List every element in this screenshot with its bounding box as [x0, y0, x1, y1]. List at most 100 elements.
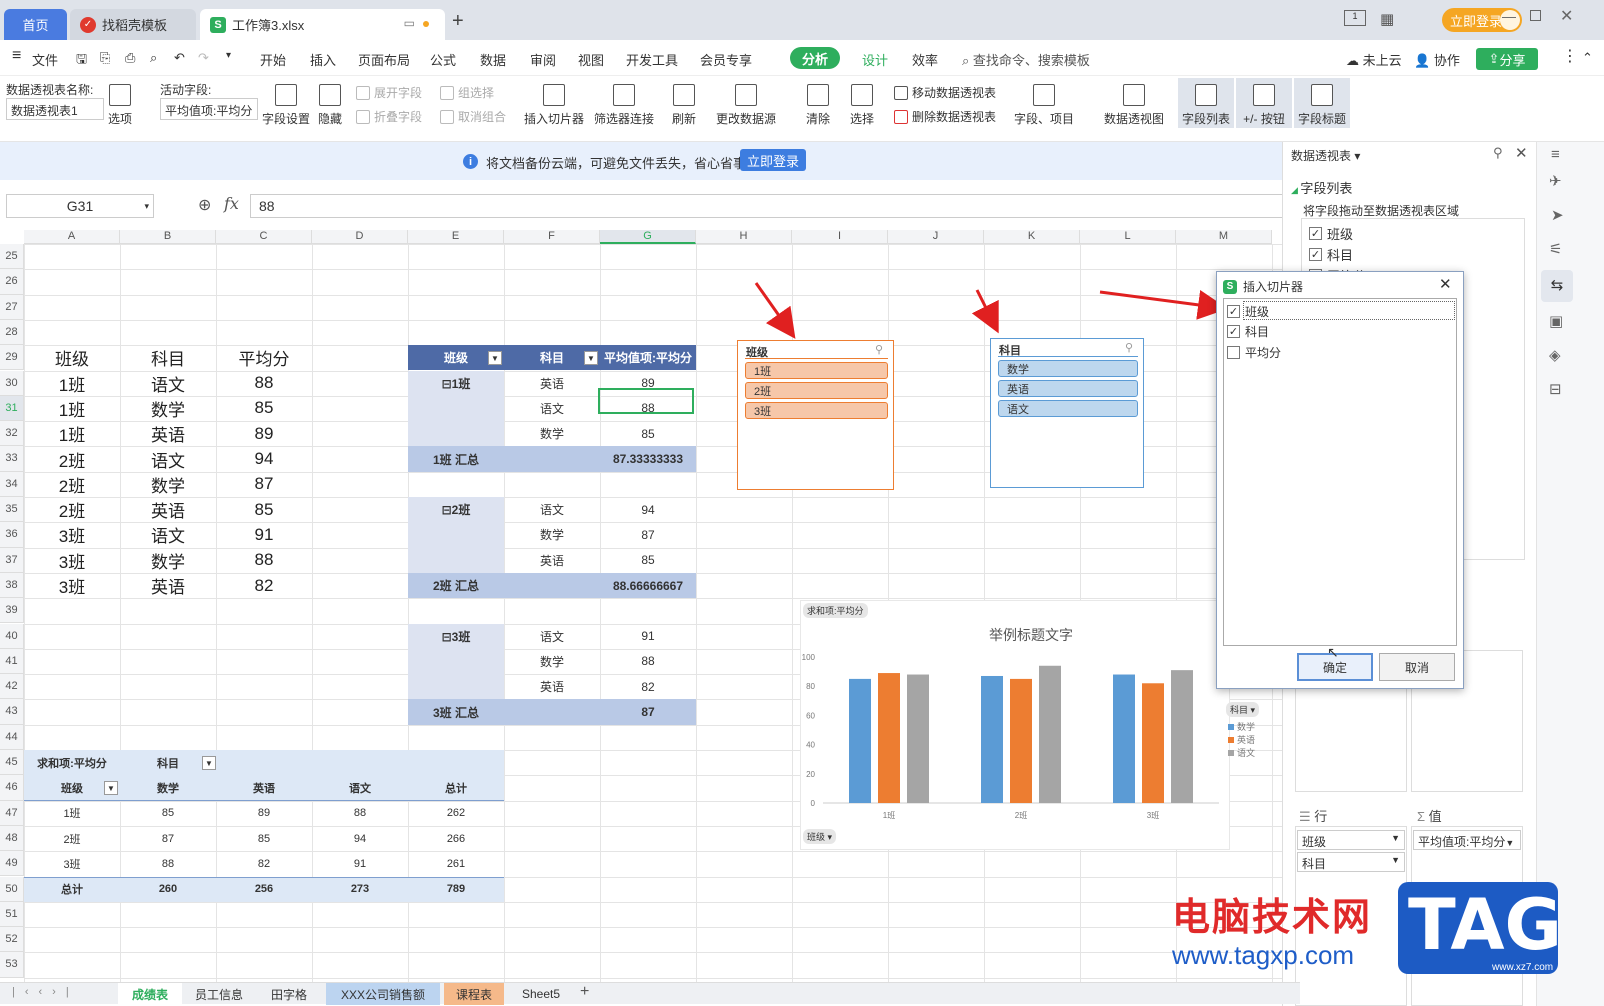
- pivot2-col-dropdown-icon[interactable]: ▼: [202, 756, 216, 770]
- quick-access-chevron-icon[interactable]: ▾: [226, 50, 231, 61]
- zoom-icon[interactable]: ⊕: [198, 195, 211, 215]
- row-header[interactable]: 43: [0, 699, 24, 725]
- source-cell[interactable]: 数学: [120, 396, 216, 421]
- panel-close-icon[interactable]: ✕: [1515, 144, 1528, 162]
- pivot1-subject-cell[interactable]: 英语: [504, 548, 600, 573]
- pivot2-title[interactable]: 求和项:平均分: [24, 750, 120, 775]
- pivot1-subject-cell[interactable]: 语文: [504, 396, 600, 421]
- source-cell[interactable]: 89: [216, 421, 312, 446]
- pivot2-cell[interactable]: 89: [216, 801, 312, 826]
- print-icon[interactable]: ⎙: [125, 50, 135, 66]
- row-header[interactable]: 46: [0, 775, 24, 801]
- minimize-icon[interactable]: —: [1502, 8, 1516, 24]
- row-header[interactable]: 32: [0, 421, 24, 447]
- field-settings-button[interactable]: 字段设置: [262, 84, 310, 127]
- slicer-class-clear-filter-icon[interactable]: ⚲: [875, 343, 883, 356]
- row-header[interactable]: 28: [0, 319, 24, 346]
- collapse-ribbon-icon[interactable]: ⌃: [1582, 50, 1593, 66]
- pivot1-subtotal-value[interactable]: 87: [600, 699, 696, 724]
- slicer-subject-item[interactable]: 数学: [998, 360, 1138, 377]
- pivot1-subject-cell[interactable]: 语文: [504, 624, 600, 649]
- sheet-tab[interactable]: 课程表: [444, 983, 504, 1005]
- source-cell[interactable]: 94: [216, 446, 312, 471]
- row-field-chevron-icon[interactable]: ▼: [1391, 855, 1400, 865]
- page-count-icon[interactable]: 1: [1344, 10, 1366, 26]
- source-cell[interactable]: 2班: [24, 472, 120, 497]
- source-cell[interactable]: 语文: [120, 446, 216, 471]
- source-cell[interactable]: 2班: [24, 446, 120, 471]
- source-cell[interactable]: 1班: [24, 371, 120, 396]
- field-list-button[interactable]: 字段列表: [1178, 78, 1234, 128]
- pivot1-subtotal-value[interactable]: 88.66666667: [600, 573, 696, 598]
- column-header[interactable]: J: [888, 230, 984, 244]
- pivot1-subtotal-label[interactable]: 3班 汇总: [408, 699, 504, 724]
- row-header[interactable]: 36: [0, 522, 24, 548]
- source-cell[interactable]: 3班: [24, 548, 120, 573]
- source-cell[interactable]: 英语: [120, 497, 216, 522]
- pivot2-total-cell[interactable]: 256: [216, 877, 312, 902]
- sidebar-menu-icon[interactable]: ≡: [1551, 146, 1560, 163]
- move-pt-button[interactable]: 移动数据透视表: [894, 84, 996, 101]
- column-header[interactable]: L: [1080, 230, 1176, 244]
- row-header[interactable]: 49: [0, 851, 24, 877]
- menu-member[interactable]: 会员专享: [700, 50, 752, 69]
- row-field-class[interactable]: 班级 ▼: [1297, 830, 1405, 850]
- preview-icon[interactable]: ⌕: [150, 50, 157, 66]
- menu-insert[interactable]: 插入: [310, 50, 336, 69]
- pivot2-total-cell[interactable]: 789: [408, 877, 504, 902]
- dialog-cancel-button[interactable]: 取消: [1379, 653, 1455, 681]
- pivot1-subtotal-value[interactable]: 87.33333333: [600, 446, 696, 471]
- pivot2-cell[interactable]: 262: [408, 801, 504, 826]
- row-header[interactable]: 40: [0, 623, 24, 649]
- select-button[interactable]: 选择: [850, 84, 874, 127]
- sheet-tab[interactable]: 田字格: [256, 983, 322, 1005]
- menu-file[interactable]: 文件: [32, 50, 58, 69]
- notice-login-button[interactable]: 立即登录: [740, 149, 806, 171]
- pivot2-total-cell[interactable]: 260: [120, 877, 216, 902]
- row-header[interactable]: 37: [0, 547, 24, 573]
- pivot2-cell[interactable]: 2班: [24, 826, 120, 851]
- source-cell[interactable]: 85: [216, 497, 312, 522]
- row-header[interactable]: 26: [0, 269, 24, 295]
- checkbox-checked-icon[interactable]: ✓: [1309, 248, 1322, 261]
- column-header[interactable]: D: [312, 230, 408, 244]
- pivot-chart[interactable]: 求和项:平均分 举例标题文字 0 20 40 60 80 100 1班 2班 3班 班级 ▾: [800, 600, 1230, 850]
- source-cell[interactable]: 88: [216, 371, 312, 396]
- row-header[interactable]: 33: [0, 446, 24, 472]
- filter-connection-button[interactable]: 筛选器连接: [594, 84, 654, 127]
- name-box-chevron-icon[interactable]: ▾: [144, 201, 149, 212]
- row-header[interactable]: 29: [0, 345, 24, 371]
- source-cell[interactable]: 英语: [120, 573, 216, 598]
- row-header[interactable]: 48: [0, 825, 24, 852]
- row-header[interactable]: 38: [0, 572, 24, 599]
- menu-analyze[interactable]: 分析: [790, 47, 840, 69]
- pivot1-subtotal-label[interactable]: 1班 汇总: [408, 446, 504, 471]
- pivot1-group-label[interactable]: ⊟1班: [408, 371, 504, 396]
- column-header[interactable]: B: [120, 230, 216, 244]
- expand-field-button[interactable]: 展开字段: [356, 84, 422, 101]
- pivot2-cell[interactable]: 1班: [24, 801, 120, 826]
- slicer-subject-item[interactable]: 英语: [998, 380, 1138, 397]
- menu-formulas[interactable]: 公式: [430, 50, 456, 69]
- pivot2-cell[interactable]: 266: [408, 826, 504, 851]
- source-cell[interactable]: 数学: [120, 472, 216, 497]
- checkbox-checked-icon[interactable]: ✓: [1309, 227, 1322, 240]
- change-source-button[interactable]: 更改数据源: [716, 84, 776, 127]
- dialog-field-score[interactable]: 平均分: [1227, 344, 1281, 361]
- sheet-nav-arrows-icon[interactable]: |‹‹›|: [12, 986, 79, 998]
- pivot1-group-label[interactable]: ⊟2班: [408, 497, 504, 522]
- slicer-class-item[interactable]: 2班: [745, 382, 888, 399]
- menu-developer[interactable]: 开发工具: [626, 50, 678, 69]
- hide-button[interactable]: 隐藏: [318, 84, 342, 127]
- pivot2-cell[interactable]: 94: [312, 826, 408, 851]
- pivot2-cell[interactable]: 82: [216, 851, 312, 876]
- row-header[interactable]: 50: [0, 876, 24, 902]
- pivot2-header-cell[interactable]: 数学: [120, 775, 216, 800]
- source-cell[interactable]: 1班: [24, 396, 120, 421]
- pivot2-header-cell[interactable]: 语文: [312, 775, 408, 800]
- row-header[interactable]: 35: [0, 497, 24, 523]
- source-cell[interactable]: 85: [216, 396, 312, 421]
- pivot1-subject-cell[interactable]: 数学: [504, 522, 600, 547]
- pivot1-value-cell[interactable]: 88: [600, 649, 696, 674]
- slicer-subject-item[interactable]: 语文: [998, 400, 1138, 417]
